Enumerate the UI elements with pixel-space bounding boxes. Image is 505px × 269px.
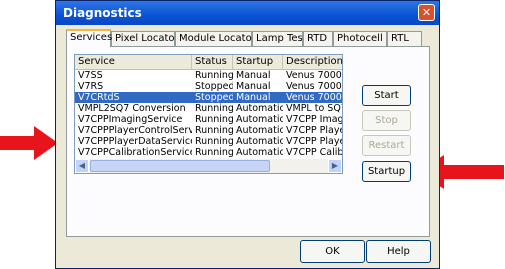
service-status: Running	[195, 103, 233, 114]
window-title: Diagnostics	[63, 6, 142, 20]
stop-button[interactable]: Stop	[362, 110, 411, 131]
startup-button[interactable]: Startup	[362, 161, 411, 182]
service-status: Stopped	[195, 81, 233, 92]
help-button[interactable]: Help	[366, 240, 431, 263]
title-bar: Diagnostics ✕	[56, 1, 439, 25]
diagnostics-window: Diagnostics ✕ Services Pixel Locator Mod…	[55, 0, 440, 269]
service-status: Running	[195, 114, 233, 125]
list-item-selected[interactable]: V7CRtdS Stopped Manual Venus 7000 C	[75, 92, 342, 103]
service-startup: Manual	[236, 92, 271, 103]
tab-lamp-test[interactable]: Lamp Test	[252, 31, 307, 46]
tab-pixel-locator[interactable]: Pixel Locator	[111, 31, 179, 46]
service-status: Running	[195, 136, 233, 147]
service-startup: Automatic	[236, 114, 283, 125]
list-item[interactable]: V7CPPImagingService Running Automatic V7…	[75, 114, 342, 125]
service-description: VMPL to SQ7	[286, 103, 343, 114]
ok-button[interactable]: OK	[300, 240, 365, 263]
arrow-left-icon: ◀	[78, 161, 86, 170]
service-name: V7RS	[78, 81, 104, 92]
service-startup: Automatic	[236, 103, 283, 114]
service-name: V7CPPPlayerDataService	[78, 136, 192, 147]
column-header-service[interactable]: Service	[75, 55, 192, 69]
service-startup: Automatic	[236, 147, 283, 158]
services-list[interactable]: Service Status Startup Description V7SS …	[74, 54, 343, 174]
tab-services[interactable]: Services	[66, 29, 112, 47]
service-startup: Automatic	[236, 125, 283, 136]
arrow-right-icon: ▶	[331, 161, 339, 170]
service-description: V7CPP Playe	[286, 125, 343, 136]
service-startup: Manual	[236, 81, 271, 92]
service-name: V7SS	[78, 70, 103, 81]
service-status: Stopped	[195, 92, 233, 103]
list-header: Service Status Startup Description	[75, 55, 342, 70]
service-description: V7CPP Imagi	[286, 114, 343, 125]
column-header-description[interactable]: Description	[283, 55, 342, 69]
scroll-left-button[interactable]: ◀	[75, 159, 89, 173]
start-button[interactable]: Start	[362, 85, 411, 106]
service-status: Running	[195, 147, 233, 158]
list-item[interactable]: V7CPPPlayerDataService Running Automatic…	[75, 136, 342, 147]
red-arrow-left-icon	[0, 126, 58, 160]
horizontal-scrollbar[interactable]: ◀ ▶	[75, 159, 342, 173]
restart-button[interactable]: Restart	[362, 135, 411, 156]
list-item[interactable]: V7CPPPlayerControlService Running Automa…	[75, 125, 342, 136]
service-name: V7CPPCalibrationService	[78, 147, 192, 158]
list-item[interactable]: VMPL2SQ7 Conversion Running Automatic VM…	[75, 103, 342, 114]
service-name: V7CRtdS	[78, 92, 120, 103]
close-icon: ✕	[421, 6, 432, 19]
service-startup: Automatic	[236, 136, 283, 147]
close-button[interactable]: ✕	[418, 4, 435, 21]
tab-photocell[interactable]: Photocell	[333, 31, 387, 46]
tab-rtd[interactable]: RTD	[303, 31, 333, 46]
list-item[interactable]: V7SS Running Manual Venus 7000 S	[75, 70, 342, 81]
scroll-thumb[interactable]	[90, 160, 270, 172]
list-item[interactable]: V7CPPCalibrationService Running Automati…	[75, 147, 342, 158]
tab-module-locator[interactable]: Module Locator	[175, 31, 256, 46]
list-item[interactable]: V7RS Stopped Manual Venus 7000 R	[75, 81, 342, 92]
service-description: V7CPP Calibr	[286, 147, 343, 158]
tab-rtl[interactable]: RTL	[387, 31, 422, 46]
service-description: Venus 7000 R	[286, 81, 342, 92]
service-name: V7CPPPlayerControlService	[78, 125, 192, 136]
scroll-right-button[interactable]: ▶	[328, 159, 342, 173]
service-description: Venus 7000 C	[286, 92, 342, 103]
service-status: Running	[195, 70, 233, 81]
service-startup: Manual	[236, 70, 271, 81]
service-status: Running	[195, 125, 233, 136]
service-name: VMPL2SQ7 Conversion	[78, 103, 186, 114]
service-name: V7CPPImagingService	[78, 114, 183, 125]
service-description: Venus 7000 S	[286, 70, 342, 81]
column-header-startup[interactable]: Startup	[233, 55, 283, 69]
column-header-status[interactable]: Status	[192, 55, 233, 69]
service-description: V7CPP Playe	[286, 136, 343, 147]
